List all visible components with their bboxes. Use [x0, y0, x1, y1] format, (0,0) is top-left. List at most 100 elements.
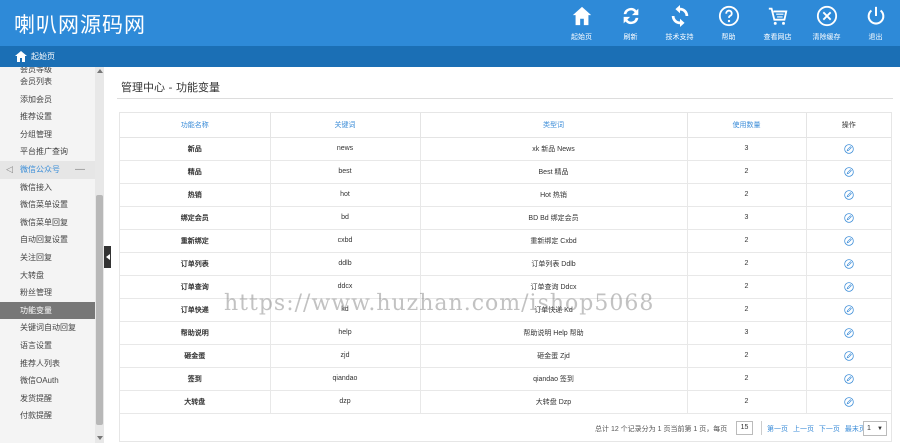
- edit-icon[interactable]: [844, 235, 854, 246]
- sidebar-item[interactable]: 大转盘: [0, 267, 103, 285]
- sidebar-item[interactable]: 粉丝管理: [0, 284, 103, 302]
- title-divider: [117, 98, 893, 99]
- edit-icon[interactable]: [844, 281, 854, 292]
- type-words-cell: 帮助说明 Help 帮助: [420, 321, 688, 345]
- function-name-cell: 帮助说明: [120, 321, 271, 345]
- sidebar-scrollbar[interactable]: [95, 67, 104, 443]
- function-name-cell: 热销: [120, 183, 271, 207]
- home-icon[interactable]: [15, 51, 27, 62]
- view-shop-button[interactable]: 查看网店: [753, 0, 802, 46]
- edit-icon[interactable]: [844, 327, 854, 338]
- clear-cache-button[interactable]: 清除缓存: [802, 0, 851, 46]
- usage-count-cell: 2: [687, 183, 807, 207]
- chevron-left-icon: [105, 254, 110, 260]
- pager-divider: [761, 421, 762, 435]
- sidebar-item[interactable]: 会员列表: [0, 73, 103, 91]
- next-page-link[interactable]: 下一页: [819, 426, 840, 433]
- breadcrumb-bar: 起始页: [0, 46, 900, 67]
- function-name-cell: 大转盘: [120, 390, 271, 414]
- edit-icon[interactable]: [844, 396, 854, 407]
- sidebar-item[interactable]: 微信OAuth: [0, 372, 103, 390]
- sidebar-item[interactable]: 微信菜单设置: [0, 196, 103, 214]
- sidebar-collapse-toggle[interactable]: [104, 246, 111, 268]
- sidebar-item[interactable]: 微信接入: [0, 179, 103, 197]
- sidebar-item[interactable]: 关键词自动回复: [0, 319, 103, 337]
- keyword-cell: cxbd: [270, 229, 421, 253]
- edit-icon[interactable]: [844, 258, 854, 269]
- type-words-cell: 订单列表 Ddlb: [420, 252, 688, 276]
- function-variable-table: 功能名称 关键词 类型词 使用数量 操作 新品 news xk 新品 News 3 精品…: [120, 113, 891, 414]
- edit-icon[interactable]: [844, 189, 854, 200]
- header-toolbar: 起始页 刷新 技术支持 帮助 查看网店 清除缓存 退出: [557, 0, 900, 46]
- logout-button[interactable]: 退出: [851, 0, 900, 46]
- edit-icon[interactable]: [844, 373, 854, 384]
- sidebar: 会员等级 会员列表 添加会员 推荐设置 分组管理 平台推广查询 ◁ 微信公众号 …: [0, 67, 104, 443]
- type-words-cell: BD Bd 绑定会员: [420, 206, 688, 230]
- cart-icon: [768, 7, 787, 25]
- sidebar-item[interactable]: 微信菜单回复: [0, 214, 103, 232]
- help-button[interactable]: 帮助: [704, 0, 753, 46]
- function-name-cell: 精品: [120, 160, 271, 184]
- sidebar-item[interactable]: 分组管理: [0, 126, 103, 144]
- scrollbar-thumb[interactable]: [96, 195, 103, 425]
- type-words-cell: xk 新品 News: [420, 137, 688, 161]
- home-button[interactable]: 起始页: [557, 0, 606, 46]
- edit-icon[interactable]: [844, 143, 854, 154]
- breadcrumb-home-link[interactable]: 起始页: [31, 51, 55, 62]
- function-name-cell: 订单列表: [120, 252, 271, 276]
- keyword-cell: news: [270, 137, 421, 161]
- sidebar-item[interactable]: 推荐设置: [0, 108, 103, 126]
- actions-cell: [806, 321, 891, 345]
- sidebar-item[interactable]: 添加会员: [0, 91, 103, 109]
- sidebar-item-active[interactable]: 功能变量: [0, 301, 103, 320]
- column-header[interactable]: 使用数量: [687, 113, 807, 138]
- help-button-label: 帮助: [721, 34, 736, 41]
- sidebar-item[interactable]: 付款提醒: [0, 407, 103, 425]
- column-header[interactable]: 功能名称: [120, 113, 271, 138]
- clear-cache-button-label: 清除缓存: [812, 34, 841, 41]
- edit-icon[interactable]: [844, 166, 854, 177]
- first-page-link[interactable]: 第一页: [767, 426, 788, 433]
- page-title: 管理中心 - 功能变量: [121, 81, 220, 94]
- clear-cache-icon: [816, 5, 837, 27]
- scroll-down-arrow-icon[interactable]: [97, 436, 103, 440]
- column-header[interactable]: 关键词: [270, 113, 421, 138]
- column-header[interactable]: 类型词: [420, 113, 688, 138]
- sync-icon: [671, 5, 688, 27]
- actions-cell: [806, 229, 891, 253]
- table-row: 帮助说明 help 帮助说明 Help 帮助 3: [120, 321, 891, 345]
- edit-icon[interactable]: [844, 350, 854, 361]
- usage-count-cell: 2: [687, 229, 807, 253]
- table-row: 绑定会员 bd BD Bd 绑定会员 3: [120, 206, 891, 230]
- edit-icon[interactable]: [844, 212, 854, 223]
- sidebar-item[interactable]: 推荐人列表: [0, 355, 103, 373]
- support-button[interactable]: 技术支持: [655, 0, 704, 46]
- keyword-cell: help: [270, 321, 421, 345]
- edit-icon[interactable]: [844, 304, 854, 315]
- table-row: 精品 best Best 精品 2: [120, 160, 891, 184]
- sidebar-group-label: 微信公众号: [20, 164, 60, 174]
- usage-count-cell: 2: [687, 298, 807, 322]
- sidebar-group-wechat[interactable]: ◁ 微信公众号 —: [0, 160, 103, 179]
- scroll-up-arrow-icon[interactable]: [97, 69, 103, 73]
- sidebar-item[interactable]: 自动回复设置: [0, 231, 103, 249]
- sidebar-item[interactable]: 发货提醒: [0, 390, 103, 408]
- prev-page-link[interactable]: 上一页: [793, 426, 814, 433]
- type-words-cell: 砸金蛋 Zjd: [420, 344, 688, 368]
- main-content: 管理中心 - 功能变量 功能名称 关键词 类型词 使用数量 操作 新品 news x…: [111, 67, 900, 443]
- function-name-cell: 新品: [120, 137, 271, 161]
- page-select[interactable]: 1 ▼: [863, 421, 887, 436]
- support-button-label: 技术支持: [665, 34, 694, 41]
- table-row: 新品 news xk 新品 News 3: [120, 137, 891, 161]
- sidebar-item[interactable]: 语言设置: [0, 337, 103, 355]
- actions-cell: [806, 390, 891, 414]
- refresh-button-label: 刷新: [623, 34, 638, 41]
- refresh-button[interactable]: 刷新: [606, 0, 655, 46]
- sidebar-item[interactable]: 关注回复: [0, 249, 103, 267]
- sidebar-item[interactable]: 平台推广查询: [0, 143, 103, 161]
- keyword-cell: best: [270, 160, 421, 184]
- table-row: 订单查询 ddcx 订单查询 Ddcx 2: [120, 275, 891, 299]
- per-page-input[interactable]: 15: [736, 421, 753, 435]
- table-row: 订单快递 kd 订单快递 Kd 2: [120, 298, 891, 322]
- actions-cell: [806, 298, 891, 322]
